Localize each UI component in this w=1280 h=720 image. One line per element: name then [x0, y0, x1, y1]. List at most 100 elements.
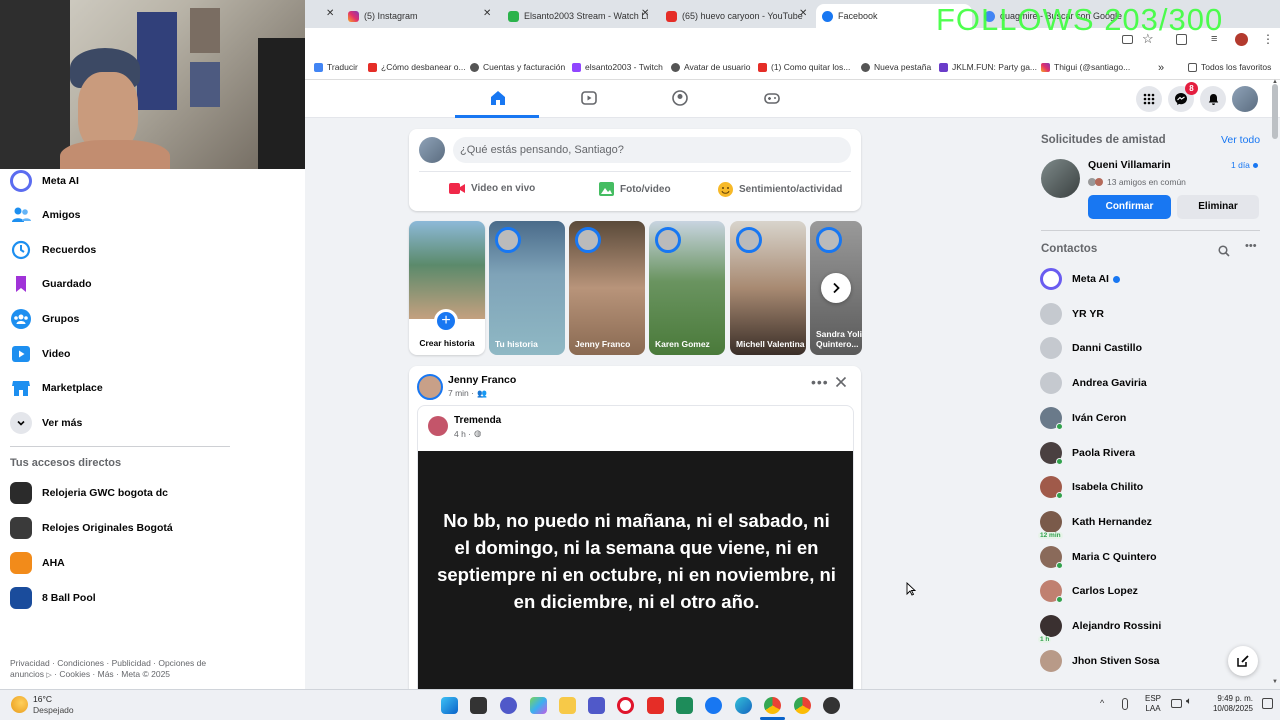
confirm-button[interactable]: Confirmar — [1088, 195, 1171, 219]
network-icon[interactable] — [1171, 699, 1182, 708]
author-avatar[interactable] — [417, 374, 443, 400]
story-card[interactable]: Karen Gomez — [649, 221, 725, 355]
more-options-icon[interactable]: ••• — [811, 374, 829, 390]
feeling-button[interactable]: Sentimiento/actividad — [718, 182, 842, 197]
facebook-app-icon[interactable] — [705, 697, 722, 714]
tab-close-icon[interactable]: ✕ — [641, 8, 649, 19]
footer-line[interactable]: anuncios — [10, 669, 44, 679]
tray-chevron-icon[interactable]: ^ — [1100, 698, 1104, 708]
sidebar-item-meta-ai[interactable]: Meta AI — [10, 170, 79, 192]
story-card[interactable]: Tu historia — [489, 221, 565, 355]
live-video-button[interactable]: Video en vivo — [449, 182, 535, 195]
sidebar-item-saved[interactable]: Guardado — [10, 273, 92, 295]
tab-youtube[interactable]: (65) huevo caryoon - YouTube — [660, 4, 810, 28]
youtube-app-icon[interactable] — [647, 697, 664, 714]
app-icon[interactable] — [823, 697, 840, 714]
bookmark-item[interactable]: Avatar de usuario — [671, 62, 750, 72]
contact-item[interactable]: Maria C Quintero — [1040, 546, 1157, 569]
close-icon[interactable] — [835, 375, 847, 393]
sidebar-item-see-more[interactable]: Ver más — [10, 412, 82, 434]
teams-icon[interactable] — [588, 697, 605, 714]
create-story-card[interactable]: + Crear historia — [409, 221, 485, 355]
contact-item[interactable]: Meta AI — [1040, 268, 1120, 290]
shared-author-avatar[interactable] — [428, 416, 448, 436]
bookmark-item[interactable]: Thigui (@santiago... — [1041, 62, 1130, 72]
bookmark-item[interactable]: Traducir — [314, 62, 358, 72]
gaming-icon[interactable] — [762, 88, 782, 108]
bell-icon[interactable] — [1200, 86, 1226, 112]
scrollbar-thumb[interactable] — [1272, 84, 1278, 139]
clock[interactable]: 9:49 p. m. 10/08/2025 — [1207, 694, 1253, 714]
contact-item[interactable]: 12 min Kath Hernandez — [1038, 511, 1152, 539]
file-explorer-icon[interactable] — [559, 697, 576, 714]
chat-icon[interactable] — [500, 697, 517, 714]
shared-author[interactable]: Tremenda — [454, 415, 501, 426]
contact-item[interactable]: Andrea Gaviria — [1040, 372, 1147, 394]
contact-item[interactable]: Paola Rivera — [1040, 442, 1135, 465]
contact-item[interactable]: Isabela Chilito — [1040, 476, 1143, 499]
status-input[interactable]: ¿Qué estás pensando, Santiago? — [453, 137, 851, 163]
video-icon[interactable] — [579, 88, 599, 108]
sidebar-item-memories[interactable]: Recuerdos — [10, 239, 96, 261]
weather-temp[interactable]: 16°C — [33, 694, 52, 704]
delete-button[interactable]: Eliminar — [1177, 195, 1259, 219]
volume-icon[interactable]: 🔈︎ — [1186, 696, 1192, 707]
language-indicator[interactable]: ESP LAA — [1145, 694, 1161, 714]
contact-item[interactable]: Carlos Lopez — [1040, 580, 1138, 603]
sidebar-item-marketplace[interactable]: Marketplace — [10, 377, 103, 399]
footer-line[interactable]: Privacidad · Condiciones · Publicidad · … — [10, 658, 225, 669]
all-bookmarks[interactable]: Todos los favoritos — [1188, 62, 1271, 72]
request-name[interactable]: Queni Villamarin — [1088, 159, 1171, 171]
search-icon[interactable] — [1218, 244, 1230, 262]
task-view-icon[interactable] — [470, 697, 487, 714]
post-author[interactable]: Jenny Franco — [448, 374, 516, 386]
sidebar-item-video[interactable]: Video — [10, 343, 70, 365]
shortcut-item[interactable]: Relojeria GWC bogota dc — [10, 482, 168, 504]
shortcut-item[interactable]: Relojes Originales Bogotá — [10, 517, 173, 539]
tab-close-icon[interactable]: ✕ — [799, 8, 807, 19]
shortcut-item[interactable]: 8 Ball Pool — [10, 587, 96, 609]
story-card[interactable]: Jenny Franco — [569, 221, 645, 355]
contact-item[interactable]: Danni Castillo — [1040, 337, 1142, 359]
tab-stream[interactable]: Elsanto2003 Stream - Watch Li — [502, 4, 652, 28]
chrome-icon[interactable] — [764, 697, 781, 714]
photo-video-button[interactable]: Foto/video — [599, 182, 671, 196]
scroll-up-icon[interactable]: ▲ — [1272, 79, 1278, 85]
profile-icon[interactable] — [670, 88, 690, 108]
chrome-profile-icon[interactable] — [794, 697, 811, 714]
bookmark-item[interactable]: Cuentas y facturación — [470, 62, 565, 72]
windows-start-icon[interactable] — [441, 697, 458, 714]
tab-close-icon[interactable]: ✕ — [326, 8, 334, 19]
sidebar-item-groups[interactable]: Grupos — [10, 308, 79, 330]
shared-time[interactable]: 4 h · — [454, 429, 471, 439]
contacts-options-icon[interactable]: ••• — [1245, 240, 1257, 252]
sidebar-item-friends[interactable]: Amigos — [10, 204, 81, 226]
avatar[interactable] — [1232, 86, 1258, 112]
home-icon[interactable] — [488, 88, 508, 108]
weather-desc[interactable]: Despejado — [33, 705, 74, 715]
tab-instagram[interactable]: (5) Instagram — [342, 4, 498, 28]
contact-item[interactable]: Iván Ceron — [1040, 407, 1126, 430]
stories-next-button[interactable] — [821, 273, 851, 303]
shortcut-item[interactable]: AHA — [10, 552, 65, 574]
bookmark-item[interactable]: Nueva pestaña — [861, 62, 931, 72]
notifications-icon[interactable] — [1262, 698, 1273, 709]
app-icon[interactable] — [676, 697, 693, 714]
contact-item[interactable]: YR YR — [1040, 303, 1104, 325]
footer-line[interactable]: · Cookies · Más · Meta © 2025 — [54, 669, 170, 679]
scroll-down-icon[interactable]: ▼ — [1272, 679, 1278, 685]
tab-close-icon[interactable]: ✕ — [483, 8, 491, 19]
story-card[interactable]: Michell Valentina — [730, 221, 806, 355]
see-all-link[interactable]: Ver todo — [1221, 134, 1260, 146]
opera-icon[interactable] — [617, 697, 634, 714]
bookmark-item[interactable]: JKLM.FUN: Party ga... — [939, 62, 1037, 72]
microphone-icon[interactable] — [1122, 698, 1128, 710]
contact-item[interactable]: 1 h Alejandro Rossini — [1038, 615, 1161, 643]
bookmark-item[interactable]: elsanto2003 - Twitch — [572, 62, 663, 72]
bookmark-item[interactable]: ¿Cómo desbanear o... — [368, 62, 466, 72]
edge-icon[interactable] — [735, 697, 752, 714]
copilot-icon[interactable] — [530, 697, 547, 714]
contact-item[interactable]: Jhon Stiven Sosa — [1040, 650, 1160, 672]
request-avatar[interactable] — [1041, 159, 1080, 198]
more-bookmarks-icon[interactable]: » — [1158, 62, 1164, 74]
